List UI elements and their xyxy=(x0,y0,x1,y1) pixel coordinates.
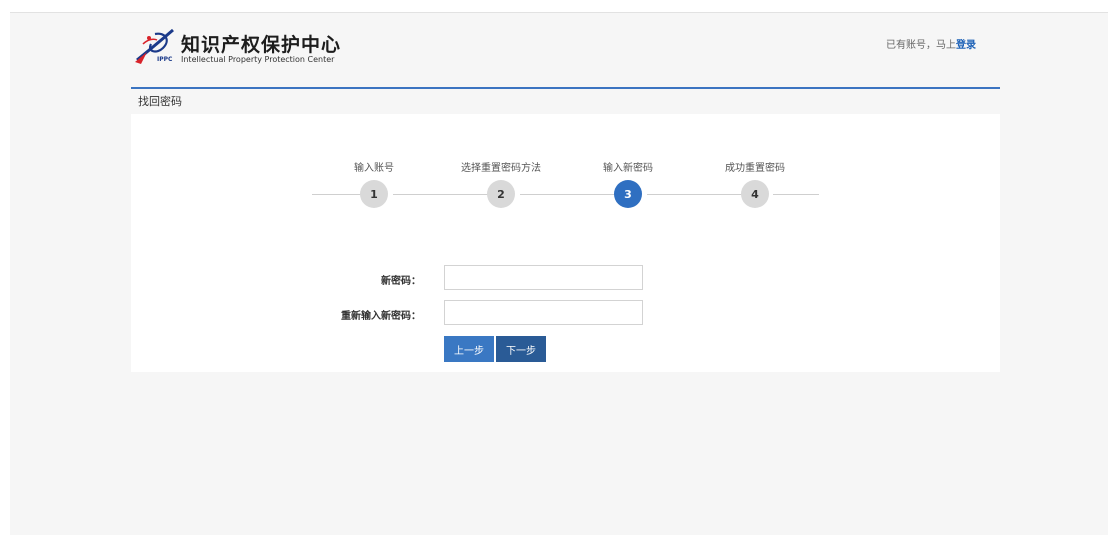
step-label-4: 成功重置密码 xyxy=(725,163,785,174)
new-password-input[interactable] xyxy=(444,265,643,290)
logo-chinese-name: 知识产权保护中心 xyxy=(181,34,342,56)
step-line-2-3 xyxy=(520,194,616,195)
logo-abbreviation: IPPC xyxy=(157,56,173,63)
prev-step-button[interactable]: 上一步 xyxy=(444,336,494,362)
reset-password-panel: 输入账号 选择重置密码方法 输入新密码 成功重置密码 1 2 3 4 新密码： … xyxy=(131,114,1000,372)
new-password-label: 新密码： xyxy=(381,276,421,287)
step-circle-4: 4 xyxy=(741,180,769,208)
confirm-password-input[interactable] xyxy=(444,300,643,325)
step-line-3-4 xyxy=(647,194,742,195)
login-hint: 已有账号，马上登录 xyxy=(886,36,976,51)
logo-english-name: Intellectual Property Protection Center xyxy=(181,55,335,64)
step-circle-2: 2 xyxy=(487,180,515,208)
step-line-trail xyxy=(773,194,819,195)
step-line-lead xyxy=(312,194,362,195)
login-prompt-text: 已有账号，马上 xyxy=(886,40,956,51)
step-label-2: 选择重置密码方法 xyxy=(461,163,541,174)
confirm-password-label: 重新输入新密码： xyxy=(341,311,421,322)
site-header: 知识产权保护中心 IPPC Intellectual Property Prot… xyxy=(131,22,1000,88)
next-step-button[interactable]: 下一步 xyxy=(496,336,546,362)
step-circle-3: 3 xyxy=(614,180,642,208)
step-label-1: 输入账号 xyxy=(354,163,394,174)
header-divider xyxy=(131,87,1000,89)
step-label-3: 输入新密码 xyxy=(603,163,653,174)
page-title: 找回密码 xyxy=(138,95,182,108)
login-link[interactable]: 登录 xyxy=(956,40,976,51)
step-circle-1: 1 xyxy=(360,180,388,208)
step-line-1-2 xyxy=(393,194,489,195)
